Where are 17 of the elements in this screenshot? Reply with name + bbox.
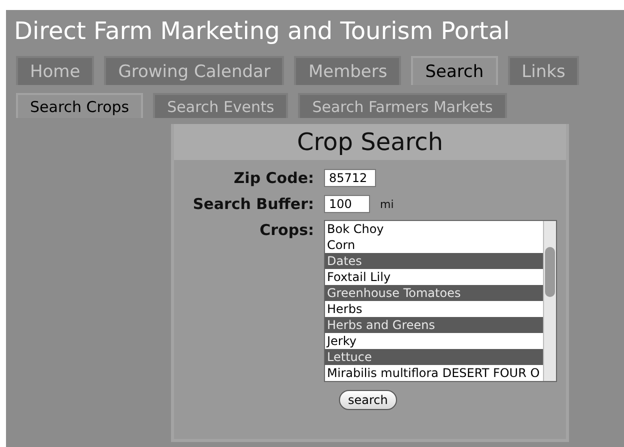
panel-title: Crop Search bbox=[174, 124, 566, 160]
scrollbar[interactable] bbox=[543, 221, 556, 381]
nav-tab[interactable]: Search bbox=[411, 56, 498, 85]
crop-option[interactable]: Greenhouse Tomatoes bbox=[325, 285, 543, 301]
unit-label: mi bbox=[380, 198, 394, 210]
zip-code-field[interactable]: 85712 bbox=[324, 169, 376, 187]
sub-tab[interactable]: Search Crops bbox=[16, 93, 144, 118]
buffer-field[interactable]: 100 bbox=[324, 195, 370, 213]
field-label: Crops: bbox=[258, 220, 314, 241]
crops-listbox[interactable]: Bok Choy Corn Dates Foxtail Lily Greenhouse Tomatoes Herbs Herbs and Greens Jerky Lettuce Mirabilis multiflora DESERT FOUR O bbox=[324, 220, 557, 382]
crop-option[interactable]: Lettuce bbox=[325, 349, 543, 365]
field-label: Search Buffer: bbox=[192, 194, 314, 214]
site-title: Direct Farm Marketing and Tourism Portal bbox=[13, 16, 511, 47]
search-button[interactable]: search bbox=[339, 390, 397, 410]
field-label: Zip Code: bbox=[232, 168, 314, 188]
crop-option[interactable]: Dates bbox=[325, 253, 543, 269]
crop-option[interactable]: Herbs and Greens bbox=[325, 317, 543, 333]
